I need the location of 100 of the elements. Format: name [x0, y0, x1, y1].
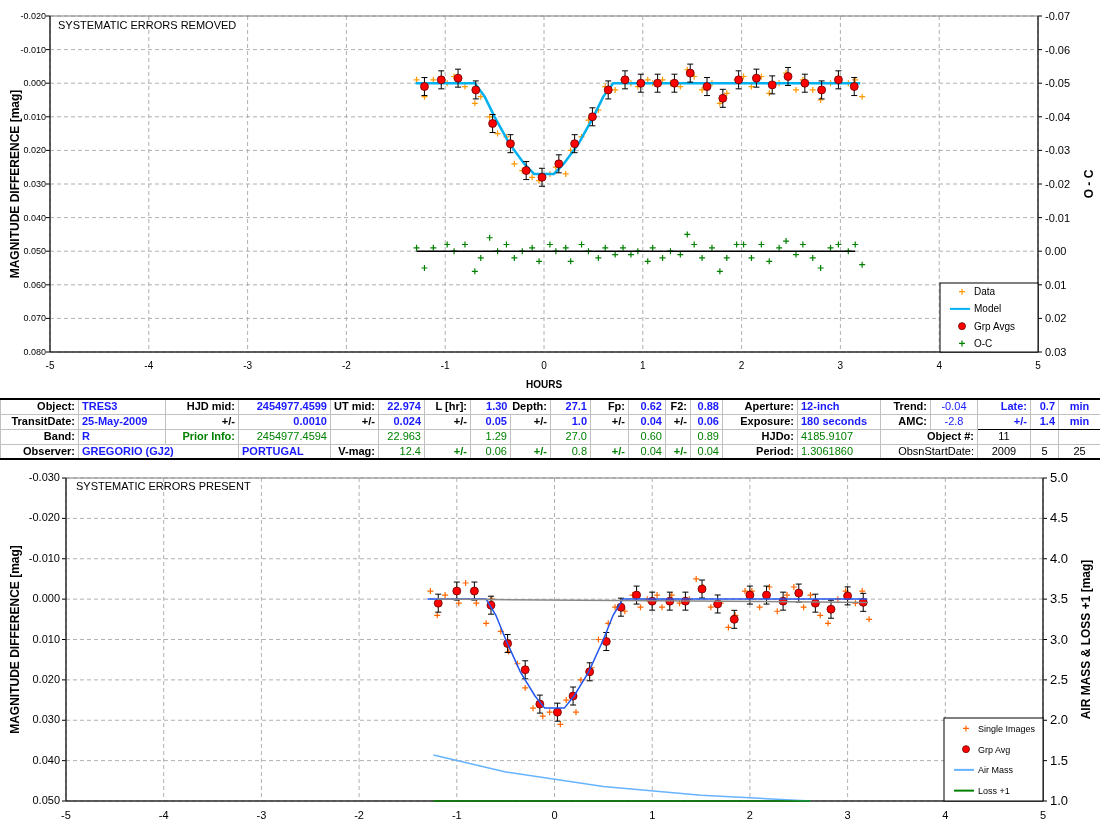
axis-tick-label: -0.020 [28, 511, 60, 524]
field-value: 0.04 [640, 415, 662, 428]
field-label: HJDo: [761, 430, 794, 443]
axis-tick-label: 4.5 [1050, 510, 1069, 526]
field-value: 0.024 [393, 415, 421, 428]
field-label: Period: [756, 444, 794, 458]
field-value: 0.04 [697, 444, 719, 458]
field-label: +/- [221, 415, 235, 428]
axis-tick-label: 1.5 [1050, 752, 1069, 768]
axis-tick-label: -2 [354, 809, 364, 821]
axis-tick-label: 0 [551, 809, 558, 821]
axis-title: MAGNITUDE DIFFERENCE [mag] [8, 89, 22, 279]
axis-tick-label: 4 [936, 360, 942, 371]
field-value: 0.0010 [293, 415, 327, 428]
field-label: Band: [43, 430, 75, 443]
axis-tick-label: 3 [837, 360, 844, 371]
axis-tick-label: 0.020 [23, 145, 46, 156]
axis-tick-label: -3 [243, 360, 253, 371]
field-label: UT mid: [334, 400, 375, 414]
field-value: min [1069, 400, 1090, 414]
axis-tick-label: 0.050 [32, 794, 60, 806]
axis-tick-label: -0.05 [1045, 77, 1071, 90]
axis-title: AIR MASS & LOSS +1 [mag] [1079, 559, 1093, 720]
field-value: R [82, 430, 90, 443]
field-label: +/- [673, 415, 687, 428]
field-value: min [1069, 415, 1090, 428]
field-label: Depth: [512, 400, 547, 414]
field-value: 0.05 [485, 415, 507, 428]
legend-label: Grp Avgs [974, 320, 1015, 332]
axis-tick-label: 1.0 [1050, 793, 1069, 808]
field-value: 0.06 [485, 444, 507, 458]
field-value: 5 [1041, 444, 1048, 458]
field-label: HJD mid: [186, 400, 235, 414]
axis-tick-label: -0.02 [1045, 178, 1071, 190]
legend-label: Data [974, 286, 996, 298]
chart-annotation: SYSTEMATIC ERRORS PRESENT [76, 480, 251, 492]
field-value: 2009 [991, 444, 1017, 458]
axis-tick-label: -4 [158, 809, 169, 821]
field-value: +/- [1013, 415, 1027, 428]
field-value: 27.0 [565, 430, 587, 443]
field-value: 1.3061860 [801, 444, 853, 458]
axis-tick-label: -0.07 [1045, 10, 1071, 22]
legend-label: Grp Avg [978, 744, 1011, 755]
axis-tick-label: 0.080 [23, 347, 46, 357]
axis-tick-label: 2.0 [1050, 712, 1069, 728]
field-value: TRES3 [82, 400, 118, 414]
field-value: PORTUGAL [242, 444, 304, 458]
field-value: 12-inch [801, 400, 840, 414]
axis-tick-label: -5 [61, 809, 71, 821]
axis-tick-label: 0.01 [1045, 278, 1067, 291]
axis-tick-label: 0.00 [1045, 245, 1067, 258]
axis-title: HOURS [525, 379, 563, 390]
field-value: 2454977.4594 [256, 430, 327, 443]
axis-tick-label: 4 [942, 809, 949, 821]
axis-tick-label: 0.060 [23, 279, 46, 290]
field-value: GREGORIO (GJ2) [82, 444, 174, 458]
field-label: Fp: [607, 400, 625, 414]
field-value: 0.7 [1039, 400, 1055, 414]
axis-tick-label: -3 [256, 809, 267, 821]
field-value: 0.06 [697, 415, 719, 428]
axis-tick-label: 5 [1035, 360, 1041, 371]
axis-tick-label: 1 [649, 809, 656, 821]
axis-tick-label: 0.010 [32, 632, 60, 645]
axis-tick-label: -0.06 [1045, 43, 1071, 56]
axis-tick-label: -0.03 [1045, 144, 1071, 157]
field-value: Late: [1000, 400, 1027, 414]
axis-tick-label: 2.5 [1050, 671, 1069, 687]
field-value: 1.0 [571, 415, 587, 428]
field-label: Exposure: [740, 415, 794, 428]
legend-label: Loss +1 [978, 786, 1010, 797]
axis-tick-label: 0.040 [32, 753, 60, 766]
field-label: Trend: [893, 400, 927, 414]
field-value: 2454977.4599 [256, 400, 327, 414]
axis-tick-label: 0.010 [23, 111, 46, 122]
field-value: 0.04 [640, 444, 662, 458]
field-label: +/- [533, 415, 547, 428]
field-label: +/- [533, 444, 547, 458]
legend-label: Model [974, 303, 1002, 315]
field-value: 25 [1073, 444, 1086, 458]
field-label: +/- [453, 415, 467, 428]
field-value: 27.1 [565, 400, 587, 414]
field-label: +/- [453, 444, 467, 458]
field-label: +/- [611, 444, 625, 458]
field-value: 22.963 [387, 430, 421, 443]
field-value: 4185.9107 [801, 430, 853, 443]
legend-label: Single Images [978, 723, 1036, 734]
field-value: 0.8 [571, 444, 587, 458]
axis-tick-label: 0.030 [23, 179, 46, 189]
field-value: 1.4 [1039, 415, 1055, 428]
axis-tick-label: 4.0 [1050, 550, 1069, 566]
chart-annotation: SYSTEMATIC ERRORS REMOVED [58, 19, 237, 31]
field-label: +/- [611, 415, 625, 428]
legend-label: Air Mass [978, 765, 1013, 776]
axis-tick-label: 3.0 [1050, 631, 1069, 647]
axis-tick-label: -1 [451, 809, 462, 821]
axis-tick-label: -0.04 [1045, 110, 1071, 123]
axis-tick-label: -0.030 [28, 471, 60, 483]
axis-tick-label: 2 [746, 809, 753, 821]
field-value: 22.974 [387, 400, 421, 414]
field-label: Aperture: [744, 400, 794, 414]
